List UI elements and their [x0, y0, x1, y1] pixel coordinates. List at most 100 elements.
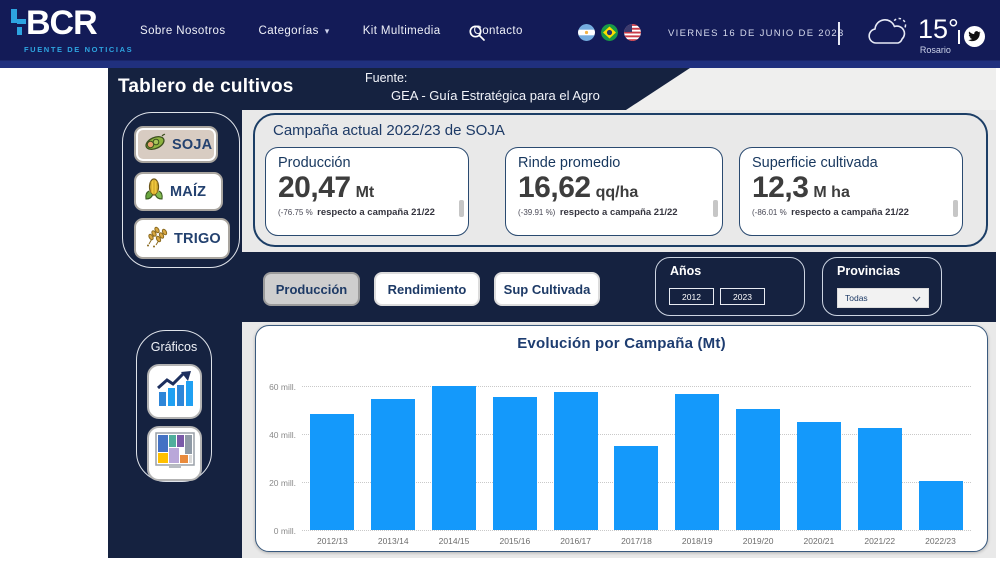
bar-slot [302, 414, 363, 530]
language-flags [578, 24, 641, 41]
bar-slot [484, 397, 545, 530]
search-icon[interactable] [468, 24, 486, 47]
bar-2015/16[interactable] [493, 397, 537, 530]
y-axis-tick: 40 mill. [260, 430, 296, 440]
kpi-value: 20,47 [278, 172, 351, 204]
x-axis-tick: 2012/13 [302, 536, 363, 546]
brand-tagline: FUENTE DE NOTICIAS [24, 45, 130, 54]
bar-2016/17[interactable] [554, 392, 598, 530]
card-scrollbar-thumb[interactable] [713, 200, 718, 217]
bar-slot [545, 392, 606, 530]
card-scrollbar-thumb[interactable] [459, 200, 464, 217]
chart-title: Evolución por Campaña (Mt) [256, 335, 987, 352]
menu-kit-multimedia[interactable]: Kit Multimedia [363, 25, 441, 37]
weather-widget: 15° Rosario [866, 14, 959, 55]
source-value: GEA - Guía Estratégica para el Agro [391, 88, 600, 103]
x-axis-tick: 2015/16 [484, 536, 545, 546]
evolution-chart-panel: Evolución por Campaña (Mt) 60 mill.40 mi… [255, 325, 988, 552]
soybean-icon [143, 131, 167, 158]
gridline: 0 mill. [302, 530, 971, 531]
bar-2014/15[interactable] [432, 386, 476, 530]
kpi-delta: (-76.75 % respecto a campaña 21/22 [278, 205, 450, 222]
x-axis-tick: 2016/17 [545, 536, 606, 546]
twitter-icon [964, 26, 985, 47]
bar-chart-icon [155, 370, 195, 413]
kpi-card-rinde: Rinde promedio 16,62 qq/ha (-39.91 %) re… [505, 147, 723, 236]
current-date: VIERNES 16 DE JUNIO DE 2023 [668, 28, 845, 39]
kpi-value: 12,3 [752, 172, 808, 204]
kpi-card-superficie: Superficie cultivada 12,3 M ha (-86.01 %… [739, 147, 963, 236]
bar-slot [849, 428, 910, 530]
treemap-view-button[interactable] [147, 426, 202, 481]
metric-button-rendimiento[interactable]: Rendimiento [374, 272, 480, 306]
menu-categorias[interactable]: Categorías▾ [259, 25, 330, 37]
x-axis-tick: 2019/20 [728, 536, 789, 546]
cloud-icon [866, 14, 912, 55]
corn-icon [143, 177, 165, 206]
bar-2017/18[interactable] [614, 446, 658, 530]
kpi-card-produccion: Producción 20,47 Mt (-76.75 % respecto a… [265, 147, 469, 236]
bar-2020/21[interactable] [797, 422, 841, 530]
x-axis-tick: 2018/19 [667, 536, 728, 546]
estados-unidos-flag-icon[interactable] [624, 24, 641, 41]
bar-2019/20[interactable] [736, 409, 780, 530]
card-scrollbar-thumb[interactable] [953, 200, 958, 217]
x-axis-tick: 2021/22 [849, 536, 910, 546]
bar-slot [910, 481, 971, 530]
kpi-value: 16,62 [518, 172, 591, 204]
bar-chart-view-button[interactable] [147, 364, 202, 419]
kpi-unit: M ha [813, 184, 849, 202]
x-axis-labels: 2012/132013/142014/152015/162016/172017/… [302, 536, 971, 546]
filters-band: Producción Rendimiento Sup Cultivada Año… [242, 252, 996, 322]
bar-2013/14[interactable] [371, 399, 415, 530]
treemap-icon [155, 432, 195, 475]
report-title: Tablero de cultivos [118, 76, 294, 98]
bar-slot [728, 409, 789, 530]
chevron-down-icon [912, 289, 921, 307]
x-axis-tick: 2014/15 [424, 536, 485, 546]
y-axis-tick: 20 mill. [260, 478, 296, 488]
kpi-unit: Mt [356, 184, 375, 202]
crop-button-maiz[interactable]: MAÍZ [134, 172, 223, 211]
argentina-flag-icon[interactable] [578, 24, 595, 41]
bar-2012/13[interactable] [310, 414, 354, 530]
brasil-flag-icon[interactable] [601, 24, 618, 41]
crop-button-soja[interactable]: SOJA [134, 126, 218, 163]
crop-button-trigo[interactable]: TRIGO [134, 218, 230, 259]
x-axis-tick: 2017/18 [606, 536, 667, 546]
chevron-down-icon: ▾ [325, 26, 330, 37]
metric-button-produccion[interactable]: Producción [263, 272, 360, 306]
bcr-logo[interactable]: BCR FUENTE DE NOTICIAS [10, 5, 130, 54]
kpi-unit: qq/ha [596, 184, 639, 202]
kpi-delta: (-86.01 % respecto a campaña 21/22 [752, 205, 924, 222]
social-divider [958, 30, 960, 44]
source-label: Fuente: [365, 71, 407, 85]
provinces-dropdown[interactable]: Todas [837, 288, 929, 308]
years-label: Años [670, 264, 701, 278]
bcr-logo-icon [10, 9, 26, 44]
screen: BCR FUENTE DE NOTICIAS Sobre Nosotros Ca… [0, 0, 1000, 569]
temperature: 15° [918, 14, 959, 44]
bar-slot [606, 446, 667, 530]
chart-type-group: Gráficos [136, 330, 212, 482]
bar-2021/22[interactable] [858, 428, 902, 530]
bar-slot [424, 386, 485, 530]
provinces-label: Provincias [837, 264, 900, 278]
y-axis-tick: 0 mill. [260, 526, 296, 536]
year-to-input[interactable] [720, 288, 765, 305]
bar-2022/23[interactable] [919, 481, 963, 530]
main-menu: Sobre Nosotros Categorías▾ Kit Multimedi… [140, 25, 523, 37]
menu-sobre-nosotros[interactable]: Sobre Nosotros [140, 25, 226, 37]
kpi-delta: (-39.91 %) respecto a campaña 21/22 [518, 205, 690, 222]
crop-selector-group: SOJA MAÍZ [122, 112, 240, 268]
wheat-icon [143, 224, 169, 253]
current-campaign-section: Campaña actual 2022/23 de SOJA Producció… [253, 113, 988, 247]
bar-group [302, 386, 971, 530]
bar-slot [667, 394, 728, 530]
bar-2018/19[interactable] [675, 394, 719, 530]
year-from-input[interactable] [669, 288, 714, 305]
bar-slot [363, 399, 424, 530]
metric-button-sup-cultivada[interactable]: Sup Cultivada [494, 272, 600, 306]
twitter-button[interactable] [958, 26, 985, 47]
tablero-cultivos-report: BOLSA DE COMERCIO DE ROSARIO Tablero de … [108, 68, 996, 558]
